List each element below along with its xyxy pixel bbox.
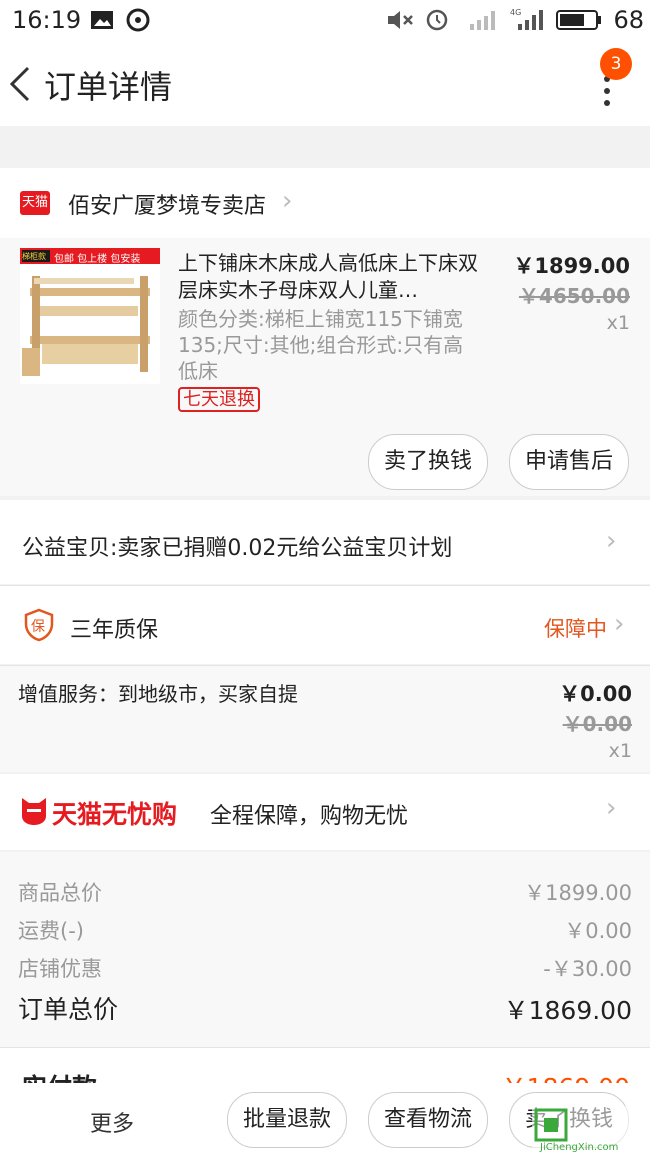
product-original-price: ￥4650.00 — [518, 284, 630, 308]
summary-value: -￥30.00 — [543, 957, 632, 981]
chevron-right-icon: › — [614, 609, 625, 639]
apply-aftersale-button[interactable]: 申请售后 — [509, 434, 629, 490]
chevron-right-icon: › — [606, 526, 617, 556]
value-added-original-price: ￥0.00 — [562, 712, 632, 736]
chevron-right-icon: › — [606, 793, 617, 823]
order-total-label: 订单总价 — [18, 995, 119, 1024]
view-logistics-button[interactable]: 查看物流 — [368, 1092, 488, 1148]
worry-free-slogan: 全程保障，购物无忧 — [210, 804, 409, 829]
more-vertical-icon[interactable] — [604, 76, 610, 116]
sync-notification-icon — [126, 8, 150, 32]
product-price: ￥1899.00 — [513, 254, 630, 278]
watermark: JiChengXin.com — [532, 1106, 650, 1155]
value-added-label: 增值服务：到地级市，买家自提 — [18, 682, 298, 706]
watermark-logo — [534, 1108, 568, 1142]
shield-icon-text: 保 — [31, 619, 45, 635]
bunk-bed-image — [20, 248, 160, 376]
batch-refund-button[interactable]: 批量退款 — [227, 1092, 347, 1148]
tmall-cat-icon — [22, 798, 46, 825]
signal-icon — [470, 11, 495, 30]
product-attributes: 颜色分类:梯柜上铺宽115下铺宽135;尺寸:其他;组合形式:只有高低床 — [178, 307, 464, 383]
worry-free-brand: 天猫无忧购 — [52, 800, 178, 829]
sell-exchange-button[interactable]: 卖了换钱 — [368, 434, 488, 490]
product-thumbnail[interactable]: 梯柜款 包邮 包上楼 包安装 — [20, 248, 160, 384]
seven-day-return-tag: 七天退换 — [178, 387, 260, 412]
battery-icon — [556, 10, 601, 30]
status-time: 16:19 — [12, 6, 82, 34]
status-bar: 16:19 4G 68 — [0, 0, 650, 40]
signal-4g-icon: 4G — [510, 8, 543, 30]
page-title: 订单详情 — [44, 68, 173, 106]
back-arrow-icon[interactable] — [6, 64, 34, 104]
charity-text: 公益宝贝:卖家已捐赠0.02元给公益宝贝计划 — [22, 536, 453, 561]
order-total-value: ￥1869.00 — [503, 996, 632, 1025]
value-added-quantity: x1 — [608, 740, 632, 762]
summary-value: ￥0.00 — [564, 919, 632, 943]
summary-label: 店铺优惠 — [18, 957, 102, 981]
product-title[interactable]: 上下铺床木床成人高低床上下床双层床实木子母床双人儿童… — [178, 250, 478, 304]
warranty-label: 三年质保 — [70, 618, 159, 643]
product-quantity: x1 — [606, 312, 630, 334]
chevron-right-icon: › — [282, 186, 293, 216]
warranty-status: 保障中 — [544, 617, 607, 641]
notification-badge: 3 — [600, 48, 632, 80]
image-notification-icon — [91, 11, 113, 29]
alarm-icon — [426, 9, 448, 31]
battery-level: 68 — [613, 6, 644, 34]
nav-header: 订单详情 — [0, 40, 650, 126]
tmall-badge: 天猫 — [20, 191, 50, 215]
svg-text:4G: 4G — [510, 8, 521, 17]
more-button[interactable]: 更多 — [90, 1106, 134, 1138]
summary-label: 运费(-) — [18, 919, 84, 943]
summary-label: 商品总价 — [18, 881, 102, 905]
summary-value: ￥1899.00 — [524, 881, 632, 905]
thumb-brand: 梯柜款 — [22, 252, 46, 261]
mute-icon — [388, 11, 413, 29]
store-name[interactable]: 佰安广厦梦境专卖店 — [68, 188, 266, 220]
thumb-banner: 包邮 包上楼 包安装 — [54, 254, 141, 265]
watermark-text: JiChengXin.com — [540, 1142, 619, 1153]
value-added-price: ￥0.00 — [559, 682, 632, 706]
